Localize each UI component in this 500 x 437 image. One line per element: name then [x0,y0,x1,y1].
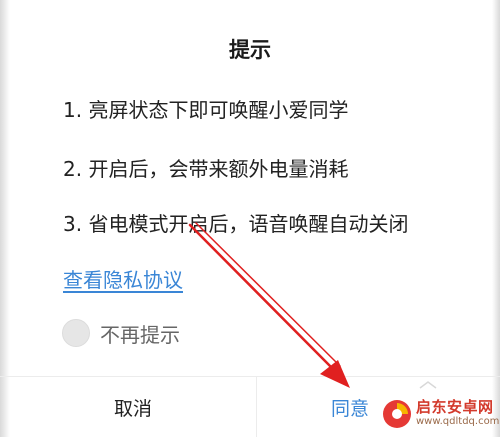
checkbox-label: 不再提示 [100,322,180,347]
watermark-logo-icon [383,400,411,428]
tip-item-1: 1. 亮屏状态下即可唤醒小爱同学 [63,98,349,122]
watermark-url: www.qdltdq.com [416,416,500,427]
dialog-title: 提示 [229,38,271,62]
checkbox-circle-icon[interactable] [62,319,90,347]
screen: 提示 1. 亮屏状态下即可唤醒小爱同学 2. 开启后，会带来额外电量消耗 3. … [0,0,500,437]
dont-show-again-checkbox[interactable]: 不再提示 [62,318,180,348]
left-edge-shadow [0,0,10,437]
tip-item-2: 2. 开启后，会带来额外电量消耗 [63,157,349,181]
tip-item-3: 3. 省电模式开启后，语音唤醒自动关闭 [63,212,409,236]
cancel-button[interactable]: 取消 [10,377,256,437]
watermark-name: 启东安卓网 [416,398,494,416]
faint-chevron-icon [419,381,437,389]
right-edge-shadow [492,0,500,437]
site-watermark: 启东安卓网 www.qdltdq.com [380,393,500,435]
privacy-policy-link[interactable]: 查看隐私协议 [63,264,183,293]
